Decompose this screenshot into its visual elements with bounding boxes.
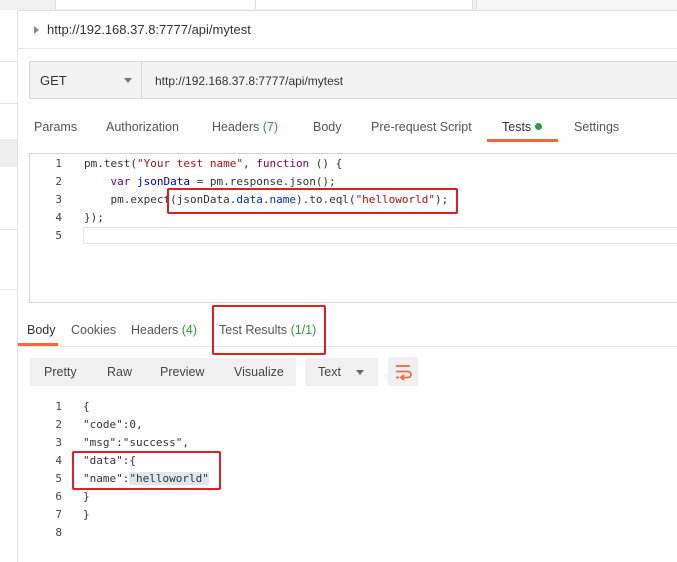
tab-params[interactable]: Params [34,120,77,134]
annotation-box [72,451,221,490]
tab-headers-count: (7) [262,120,279,134]
tab-response-headers-label: Headers [131,323,179,337]
tab-response-body[interactable]: Body [27,323,56,337]
chevron-down-icon[interactable] [356,370,364,375]
annotation-box [167,188,458,214]
pretty-button[interactable]: Pretty [44,365,77,379]
tests-status-dot-icon [535,123,543,130]
tab-settings[interactable]: Settings [574,120,619,134]
line-number: 1 [55,157,62,170]
request-title: http://192.168.37.8:7777/api/mytest [47,22,251,37]
format-select[interactable] [305,358,378,386]
tab-tests[interactable]: Tests [502,120,543,134]
tab-tests-label: Tests [502,120,532,134]
active-tab-indicator [487,139,558,142]
response-line: "code":0, [83,418,143,431]
visualize-button[interactable]: Visualize [234,365,284,379]
line-number: 4 [55,211,62,224]
chevron-down-icon[interactable] [124,78,132,83]
annotation-box [212,305,326,355]
line-number: 4 [55,454,62,467]
preview-button[interactable]: Preview [160,365,204,379]
code-line-4: }); [84,211,104,224]
wrap-lines-button[interactable] [388,357,418,386]
response-line: { [83,400,90,413]
line-number: 7 [55,508,62,521]
code-token: pm.test( [84,157,137,170]
code-keyword: function [256,157,310,170]
raw-button[interactable]: Raw [107,365,132,379]
response-line: } [83,490,90,503]
code-token: () { [309,157,343,170]
line-number: 1 [55,400,62,413]
sidebar [0,10,18,562]
code-line-1: pm.test("Your test name", function () { [84,157,342,170]
tab-body[interactable]: Body [313,120,342,134]
line-number: 5 [55,229,62,242]
request-tab[interactable] [476,0,677,9]
line-number: 3 [55,193,62,206]
line-number: 2 [55,175,62,188]
code-keyword: var [110,175,131,188]
line-number: 2 [55,418,62,431]
sidebar-item-selected[interactable] [0,139,17,167]
method-label: GET [40,73,67,88]
current-line-highlight [83,227,677,244]
wrap-lines-icon [396,365,412,381]
sidebar-divider [0,103,17,104]
request-tab[interactable] [55,0,257,9]
code-line-2: var jsonData = pm.response.json(); [84,175,336,188]
sidebar-divider [0,229,17,230]
code-token: = pm.response.json(); [189,175,336,188]
line-number: 5 [55,472,62,485]
request-tab-active[interactable] [255,0,473,9]
code-string: "Your test name" [136,157,243,170]
tab-headers[interactable]: Headers (7) [212,120,278,134]
response-divider [18,346,677,347]
url-input-value: http://192.168.37.8:7777/api/mytest [155,74,344,88]
tab-response-headers-count: (4) [181,323,198,337]
sidebar-divider [0,61,17,62]
tab-pre-request-script[interactable]: Pre-request Script [371,120,472,134]
sidebar-divider [0,289,17,290]
format-select-value: Text [318,365,341,379]
collapse-caret-icon[interactable] [34,26,39,34]
tab-authorization[interactable]: Authorization [106,120,179,134]
line-number: 3 [55,436,62,449]
response-line: } [83,508,90,521]
tab-headers-label: Headers [212,120,260,134]
response-line: "msg":"success", [83,436,189,449]
tab-cookies[interactable]: Cookies [71,323,116,337]
line-number: 8 [55,526,62,539]
tab-response-headers[interactable]: Headers (4) [131,323,197,337]
code-variable: jsonData [137,175,190,188]
line-number: 6 [55,490,62,503]
code-token: , [242,157,257,170]
title-divider [18,48,677,49]
